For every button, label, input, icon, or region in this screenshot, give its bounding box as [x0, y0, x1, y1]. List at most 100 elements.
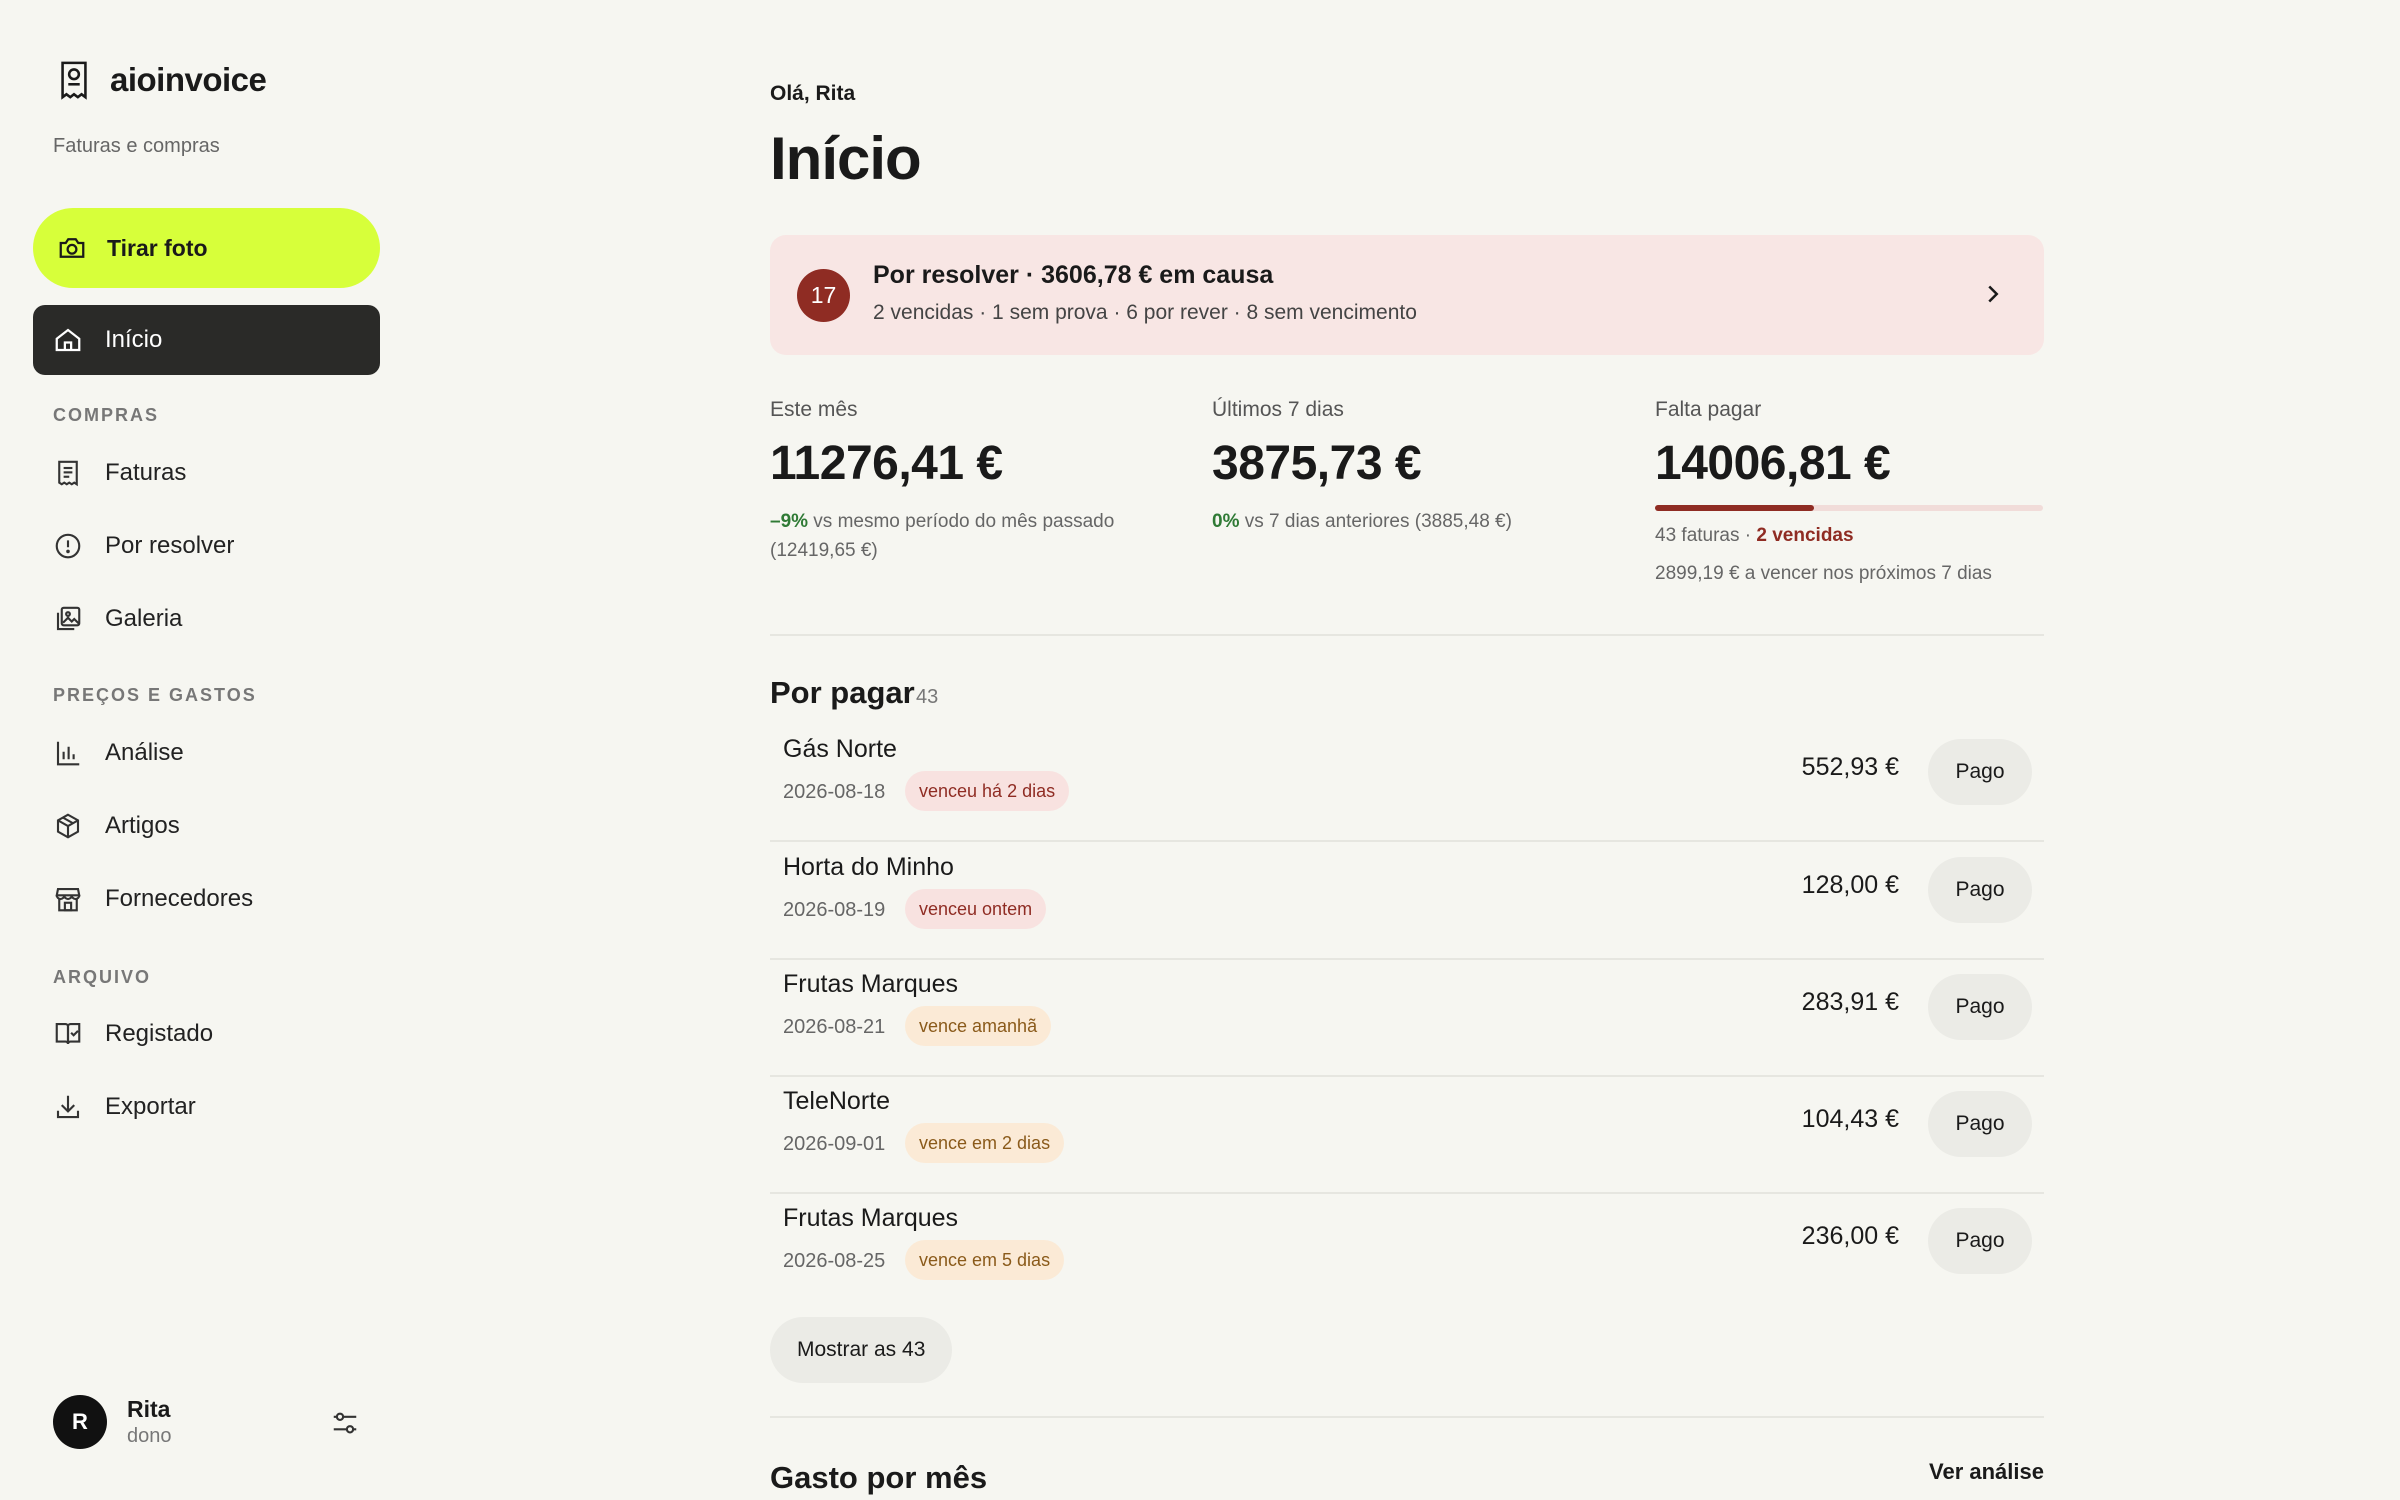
sidebar-item-faturas[interactable]: Faturas	[53, 458, 186, 488]
supplier-name: Gás Norte	[783, 735, 897, 763]
mark-paid-button[interactable]: Pago	[1928, 1208, 2032, 1274]
outstanding-meta: 43 faturas · 2 vencidas	[1655, 525, 2055, 547]
sidebar-item-galeria[interactable]: Galeria	[53, 604, 182, 634]
invoice-amount: 552,93 €	[1801, 753, 1899, 781]
view-analysis-link[interactable]: Ver análise	[1929, 1459, 2044, 1485]
mark-paid-button[interactable]: Pago	[1928, 1091, 2032, 1157]
sidebar-item-label: Fornecedores	[105, 885, 254, 912]
page-title: Início	[770, 125, 922, 192]
stat-comparison: 0% vs 7 dias anteriores (3885,48 €)	[1212, 507, 1612, 536]
table-row[interactable]: Frutas Marques 2026-08-21 vence amanhã 2…	[770, 960, 2044, 1077]
gallery-icon	[56, 606, 81, 631]
table-row[interactable]: TeleNorte 2026-09-01 vence em 2 dias 104…	[770, 1077, 2044, 1194]
pending-alert-banner[interactable]: 17 Por resolver · 3606,78 € em causa 2 v…	[770, 235, 2044, 355]
brand[interactable]: aioinvoice	[56, 60, 267, 100]
receipt-icon	[61, 61, 87, 100]
section-label-arquivo: ARQUIVO	[53, 967, 152, 987]
sidebar-item-label: Registado	[105, 1020, 214, 1047]
invoice-count: 43 faturas ·	[1655, 525, 1757, 546]
box-icon	[56, 813, 80, 839]
due-date: 2026-08-19	[783, 899, 886, 921]
sidebar-item-label: Início	[105, 326, 163, 353]
section-label-precos: PREÇOS E GASTOS	[53, 685, 257, 705]
sidebar-item-artigos[interactable]: Artigos	[53, 811, 180, 841]
supplier-name: TeleNorte	[783, 1087, 890, 1115]
stat-value: 3875,73 €	[1212, 437, 1422, 490]
pending-count-badge: 17	[797, 269, 850, 322]
section-label-compras: COMPRAS	[53, 405, 160, 425]
table-row[interactable]: Frutas Marques 2026-08-25 vence em 5 dia…	[770, 1194, 2044, 1311]
table-row[interactable]: Horta do Minho 2026-08-19 venceu ontem 1…	[770, 843, 2044, 960]
stat-comparison-text: vs mesmo período do mês passado	[808, 511, 1115, 532]
sidebar-item-inicio[interactable]: Início	[33, 305, 380, 375]
overdue-count[interactable]: 2 vencidas	[1756, 525, 1853, 546]
sidebar-item-label: Galeria	[105, 605, 183, 632]
home-icon	[55, 328, 81, 352]
brand-name: aioinvoice	[110, 61, 267, 98]
stat-delta: –9%	[770, 511, 809, 532]
stat-label: Últimos 7 dias	[1212, 398, 1344, 421]
sidebar-item-registado[interactable]: Registado	[53, 1019, 213, 1049]
upcoming-due: 2899,19 € a vencer nos próximos 7 dias	[1655, 563, 1992, 584]
book-check-icon	[55, 1022, 81, 1045]
take-photo-label: Tirar foto	[107, 234, 208, 261]
sidebar-item-label: Por resolver	[105, 532, 235, 559]
due-date: 2026-08-25	[783, 1250, 886, 1272]
to-pay-title: Por pagar	[770, 675, 915, 710]
supplier-name: Frutas Marques	[783, 1204, 959, 1232]
sidebar-item-por-resolver[interactable]: Por resolver	[53, 531, 234, 561]
due-status-badge: vence amanhã	[905, 1006, 1052, 1046]
stat-last-7-days: Últimos 7 dias 3875,73 € 0% vs 7 dias an…	[1212, 398, 1612, 536]
mark-paid-button[interactable]: Pago	[1928, 739, 2032, 805]
invoice-amount: 283,91 €	[1801, 988, 1899, 1016]
stat-value: 11276,41 €	[770, 437, 1003, 490]
brand-subtitle: Faturas e compras	[53, 135, 220, 157]
divider	[770, 1416, 2044, 1418]
main-content: Olá, Rita Início 17 Por resolver · 3606,…	[770, 0, 2044, 1500]
supplier-name: Horta do Minho	[783, 853, 954, 881]
divider	[770, 840, 2044, 842]
stat-comparison-text: vs 7 dias anteriores (3885,48 €)	[1239, 511, 1512, 532]
supplier-name: Frutas Marques	[783, 970, 959, 998]
sidebar: aioinvoice Faturas e compras Tirar foto …	[0, 0, 400, 1500]
stat-outstanding: Falta pagar 14006,81 € 43 faturas · 2 ve…	[1655, 398, 2055, 585]
outstanding-progress-bar	[1655, 505, 2043, 511]
sidebar-item-exportar[interactable]: Exportar	[53, 1092, 196, 1122]
greeting: Olá, Rita	[770, 82, 856, 105]
monthly-spend-title: Gasto por mês	[770, 1460, 988, 1495]
user-name: Rita	[127, 1396, 171, 1422]
camera-icon	[59, 238, 85, 258]
invoice-amount: 128,00 €	[1801, 871, 1899, 899]
stat-comparison-prev: (12419,65 €)	[770, 540, 878, 561]
divider	[770, 634, 2044, 636]
stat-delta: 0%	[1212, 511, 1240, 532]
sidebar-item-label: Faturas	[105, 459, 187, 486]
invoice-amount: 236,00 €	[1801, 1222, 1899, 1250]
stat-this-month: Este mês 11276,41 € –9% vs mesmo período…	[770, 398, 1170, 565]
mark-paid-button[interactable]: Pago	[1928, 974, 2032, 1040]
pending-alert-subtitle: 2 vencidas · 1 sem prova · 6 por rever ·…	[873, 301, 1417, 324]
user-role: dono	[127, 1425, 172, 1447]
due-status-badge: venceu ontem	[905, 889, 1047, 929]
due-status-badge: venceu há 2 dias	[905, 771, 1070, 811]
sidebar-item-label: Artigos	[105, 812, 180, 839]
invoice-amount: 104,43 €	[1801, 1105, 1899, 1133]
pending-alert-title: Por resolver · 3606,78 € em causa	[873, 261, 1274, 289]
store-icon	[55, 887, 81, 912]
take-photo-button[interactable]: Tirar foto	[33, 208, 380, 288]
mark-paid-button[interactable]: Pago	[1928, 857, 2032, 923]
table-row[interactable]: Gás Norte 2026-08-18 venceu há 2 dias 55…	[770, 725, 2044, 842]
user-profile[interactable]: R Rita dono	[53, 1395, 172, 1449]
download-icon	[56, 1095, 80, 1119]
sidebar-item-analise[interactable]: Análise	[53, 738, 184, 768]
to-pay-count: 43	[916, 686, 939, 708]
due-date: 2026-08-21	[783, 1016, 886, 1038]
due-date: 2026-08-18	[783, 781, 886, 803]
show-all-button[interactable]: Mostrar as 43	[770, 1317, 953, 1383]
due-date: 2026-09-01	[783, 1133, 886, 1155]
sidebar-item-fornecedores[interactable]: Fornecedores	[53, 884, 253, 914]
settings-sliders-icon[interactable]	[330, 1408, 360, 1438]
due-status-badge: vence em 5 dias	[905, 1240, 1065, 1280]
chevron-right-icon	[1988, 285, 1999, 303]
outstanding-progress-fill	[1655, 505, 1815, 511]
